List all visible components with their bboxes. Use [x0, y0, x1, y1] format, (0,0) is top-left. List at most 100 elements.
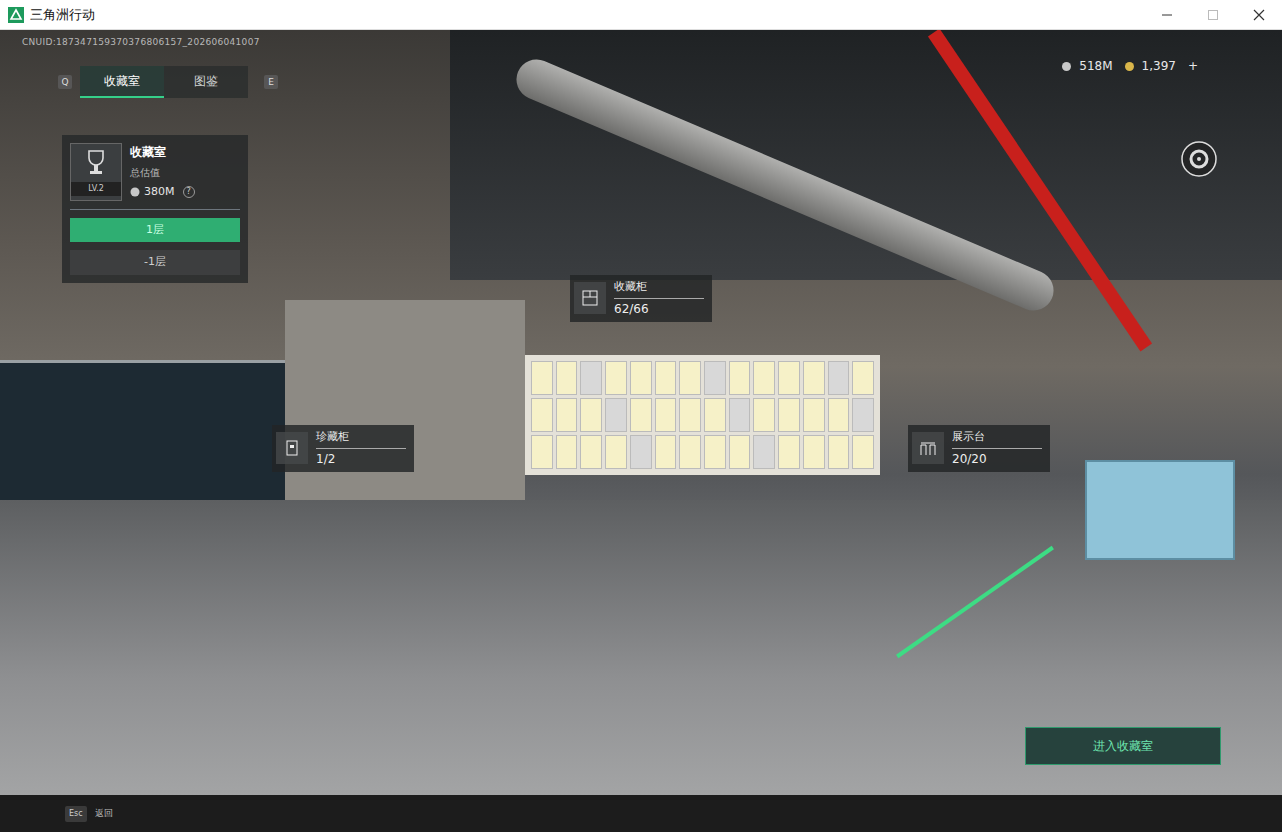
display-cell [556, 361, 578, 395]
display-cell [556, 398, 578, 432]
display-cell [531, 361, 553, 395]
cabinet-icon [912, 432, 944, 464]
coin-icon [130, 187, 140, 197]
back-label[interactable]: 返回 [95, 807, 113, 821]
marker-count: 62/66 [614, 299, 704, 318]
display-cell [753, 435, 775, 469]
trophy-icon [71, 144, 121, 182]
currency-amount: 518M [1079, 57, 1112, 75]
minimize-icon[interactable] [1144, 0, 1190, 30]
app-logo-icon [8, 7, 24, 23]
display-cell [852, 435, 874, 469]
display-cell [803, 361, 825, 395]
close-icon[interactable] [1236, 0, 1282, 30]
display-cell [556, 435, 578, 469]
panel-header: LV.2 收藏室总估值 380M? [70, 143, 240, 210]
display-cell [531, 435, 553, 469]
prev-key[interactable]: Q [58, 75, 72, 89]
room-level: LV.2 [71, 182, 121, 196]
display-cell [605, 435, 627, 469]
display-cell [655, 361, 677, 395]
display-wall [525, 355, 880, 475]
display-cell [803, 435, 825, 469]
display-cell [704, 361, 726, 395]
display-cell [729, 398, 751, 432]
display-cell [580, 398, 602, 432]
display-cell [753, 361, 775, 395]
marker-body: 珍藏柜1/2 [316, 429, 406, 468]
display-cell [580, 435, 602, 469]
room-marker[interactable]: 珍藏柜1/2 [272, 425, 414, 472]
maximize-icon[interactable] [1190, 0, 1236, 30]
marker-label: 珍藏柜 [316, 429, 406, 449]
room-info: 收藏室总估值 380M? [130, 143, 195, 201]
marker-label: 收藏柜 [614, 279, 704, 299]
room-badge: LV.2 [70, 143, 122, 201]
room-title: 收藏室 [130, 143, 195, 161]
display-cell [605, 398, 627, 432]
enter-room-button[interactable]: 进入收藏室 [1025, 727, 1221, 765]
display-cell [655, 398, 677, 432]
window-title: 三角洲行动 [30, 5, 1144, 25]
tab-group: 收藏室图鉴 [80, 66, 248, 98]
display-cell [704, 398, 726, 432]
display-cell [704, 435, 726, 469]
display-cell [828, 398, 850, 432]
floor-list: 1层-1层 [70, 218, 240, 275]
display-cell [803, 398, 825, 432]
floor-button[interactable]: 1层 [70, 218, 240, 243]
help-button[interactable]: ? [183, 186, 195, 198]
floor-button[interactable]: -1层 [70, 250, 240, 275]
display-cell [729, 361, 751, 395]
display-cell [630, 361, 652, 395]
add-currency-button[interactable]: + [1188, 57, 1198, 75]
marker-body: 展示台20/20 [952, 429, 1042, 468]
display-cell [531, 398, 553, 432]
cabinet-icon [574, 282, 606, 314]
next-key[interactable]: E [264, 75, 278, 89]
currency-coin-icon [1062, 62, 1071, 71]
disc-icon[interactable] [1180, 140, 1218, 178]
room-marker[interactable]: 展示台20/20 [908, 425, 1050, 472]
display-cell [729, 435, 751, 469]
scene-leftwall [0, 360, 285, 500]
uid-text: CNUID:187347159370376806157_202606041007 [22, 36, 260, 50]
display-cell [630, 435, 652, 469]
display-cell [605, 361, 627, 395]
display-cell [580, 361, 602, 395]
display-cell [828, 435, 850, 469]
title-bar: 三角洲行动 [0, 0, 1282, 30]
display-cell [655, 435, 677, 469]
display-cell [778, 398, 800, 432]
display-cell [679, 361, 701, 395]
tab[interactable]: 图鉴 [164, 66, 248, 98]
display-cell [630, 398, 652, 432]
value-row: 380M? [130, 184, 195, 201]
currency-bar: 518M 1,397 + [1062, 57, 1198, 75]
display-cell [679, 435, 701, 469]
esc-key[interactable]: Esc [65, 806, 87, 822]
footer-bar: Esc 返回 [0, 795, 1282, 832]
currency-amount: 1,397 [1142, 57, 1176, 75]
room-panel: LV.2收藏室总估值380M?1层-1层 [62, 135, 248, 283]
marker-count: 1/2 [316, 449, 406, 468]
marker-count: 20/20 [952, 449, 1042, 468]
display-cell [852, 361, 874, 395]
display-cell [778, 361, 800, 395]
scene-view: CNUID:187347159370376806157_202606041007… [0, 30, 1282, 795]
marker-label: 展示台 [952, 429, 1042, 449]
display-cell [753, 398, 775, 432]
room-marker[interactable]: 收藏柜62/66 [570, 275, 712, 322]
value-label: 总估值 [130, 165, 195, 180]
display-cell [828, 361, 850, 395]
tab[interactable]: 收藏室 [80, 66, 164, 98]
tab-bar: Q 收藏室图鉴 E [58, 66, 278, 98]
display-cell [852, 398, 874, 432]
scene-boxes [1085, 460, 1235, 560]
cabinet-icon [276, 432, 308, 464]
display-cell [679, 398, 701, 432]
display-cell [778, 435, 800, 469]
currency-coin-icon [1125, 62, 1134, 71]
room-value: 380M [144, 184, 175, 201]
marker-body: 收藏柜62/66 [614, 279, 704, 318]
